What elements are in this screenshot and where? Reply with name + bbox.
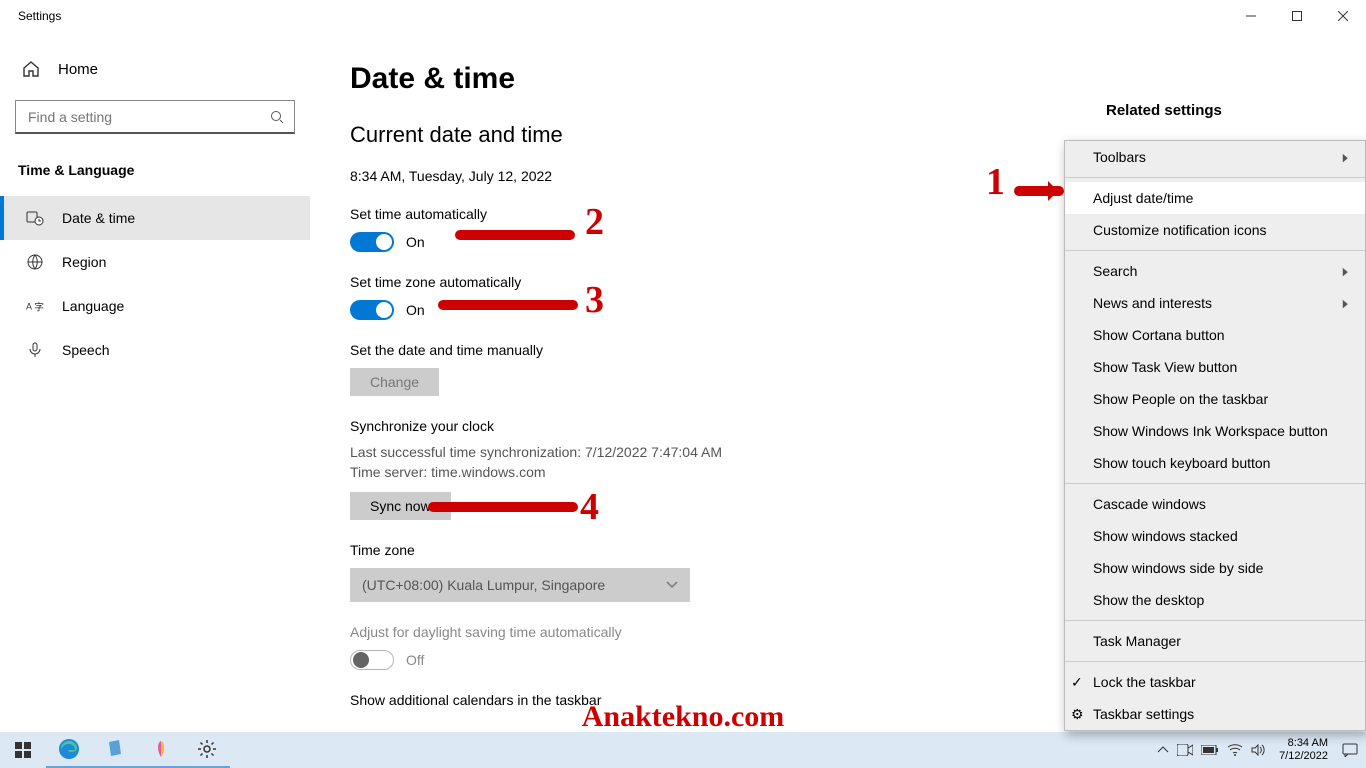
page-title: Date & time (350, 62, 1036, 96)
check-icon: ✓ (1071, 674, 1083, 691)
search-icon (270, 110, 284, 124)
dst-label: Adjust for daylight saving time automati… (350, 624, 1036, 640)
taskbar-context-menu: Toolbars▶ Adjust date/time Customize not… (1064, 140, 1366, 731)
window-title: Settings (18, 9, 61, 23)
tray-time: 8:34 AM (1279, 737, 1328, 750)
ctx-toolbars[interactable]: Toolbars▶ (1065, 141, 1365, 173)
set-tz-auto-toggle[interactable] (350, 300, 394, 320)
chevron-down-icon (666, 581, 678, 589)
language-icon: A字 (22, 297, 48, 315)
nav-language[interactable]: A字 Language (0, 284, 310, 328)
ctx-customize-notifications[interactable]: Customize notification icons (1065, 214, 1365, 246)
tray-wifi-icon[interactable] (1227, 744, 1243, 756)
microphone-icon (22, 341, 48, 359)
gear-icon: ⚙ (1071, 706, 1084, 723)
taskbar[interactable]: 8:34 AM 7/12/2022 (0, 732, 1366, 768)
tray-battery-icon[interactable] (1201, 745, 1219, 755)
dst-toggle (350, 650, 394, 670)
taskbar-settings-icon[interactable] (184, 732, 230, 768)
globe-icon (22, 253, 48, 271)
chevron-right-icon: ▶ (1342, 297, 1347, 310)
nav-label: Date & time (62, 210, 135, 226)
nav-label: Language (62, 298, 124, 314)
related-heading: Related settings (1066, 102, 1366, 119)
chevron-right-icon: ▶ (1342, 265, 1347, 278)
current-datetime: 8:34 AM, Tuesday, July 12, 2022 (350, 168, 1036, 184)
ctx-adjust-datetime[interactable]: Adjust date/time (1065, 182, 1365, 214)
dst-state: Off (406, 652, 424, 668)
close-button[interactable] (1320, 0, 1366, 32)
sync-heading: Synchronize your clock (350, 418, 1036, 434)
titlebar: Settings (0, 0, 1366, 32)
ctx-ink[interactable]: Show Windows Ink Workspace button (1065, 415, 1365, 447)
watermark: Anaktekno.com (582, 700, 785, 734)
annotation-3: 3 (585, 278, 604, 322)
manual-label: Set the date and time manually (350, 342, 1036, 358)
set-time-auto-label: Set time automatically (350, 206, 1036, 222)
annotation-2: 2 (585, 200, 604, 244)
set-time-auto-state: On (406, 234, 425, 250)
chevron-right-icon: ▶ (1342, 151, 1347, 164)
content: Date & time Current date and time 8:34 A… (320, 32, 1066, 732)
minimize-button[interactable] (1228, 0, 1274, 32)
tray-volume-icon[interactable] (1251, 744, 1265, 756)
svg-text:A: A (26, 302, 32, 312)
set-tz-auto-label: Set time zone automatically (350, 274, 1036, 290)
nav-label: Region (62, 254, 106, 270)
ctx-taskview[interactable]: Show Task View button (1065, 351, 1365, 383)
tray-meet-icon[interactable] (1177, 744, 1193, 756)
home-nav[interactable]: Home (0, 52, 310, 86)
annotation-arrow-3 (438, 300, 578, 310)
set-tz-auto-state: On (406, 302, 425, 318)
nav-region[interactable]: Region (0, 240, 310, 284)
tz-value: (UTC+08:00) Kuala Lumpur, Singapore (362, 577, 605, 593)
ctx-news[interactable]: News and interests▶ (1065, 287, 1365, 319)
taskbar-app2-icon[interactable] (138, 732, 184, 768)
sidebar: Home Time & Language Date & time Region … (0, 32, 320, 732)
tray-clock[interactable]: 8:34 AM 7/12/2022 (1273, 737, 1334, 763)
ctx-cascade[interactable]: Cascade windows (1065, 488, 1365, 520)
category-title: Time & Language (0, 154, 310, 186)
ctx-desktop[interactable]: Show the desktop (1065, 584, 1365, 616)
annotation-arrow-2 (455, 230, 575, 240)
ctx-lock-taskbar[interactable]: ✓Lock the taskbar (1065, 666, 1365, 698)
tray-notifications-icon[interactable] (1342, 743, 1358, 757)
sync-server: Time server: time.windows.com (350, 464, 1036, 480)
ctx-taskbar-settings[interactable]: ⚙Taskbar settings (1065, 698, 1365, 730)
annotation-arrow-1 (1014, 186, 1064, 196)
ctx-people[interactable]: Show People on the taskbar (1065, 383, 1365, 415)
taskbar-app1-icon[interactable] (92, 732, 138, 768)
annotation-4: 4 (580, 485, 599, 529)
ctx-touchkb[interactable]: Show touch keyboard button (1065, 447, 1365, 479)
ctx-sideby[interactable]: Show windows side by side (1065, 552, 1365, 584)
sync-last: Last successful time synchronization: 7/… (350, 444, 1036, 460)
maximize-button[interactable] (1274, 0, 1320, 32)
start-button[interactable] (0, 732, 46, 768)
clock-icon (22, 209, 48, 227)
tz-label: Time zone (350, 542, 1036, 558)
tz-select[interactable]: (UTC+08:00) Kuala Lumpur, Singapore (350, 568, 690, 602)
tray-date: 7/12/2022 (1279, 750, 1328, 763)
search-input[interactable] (26, 108, 270, 126)
ctx-stacked[interactable]: Show windows stacked (1065, 520, 1365, 552)
set-time-auto-toggle[interactable] (350, 232, 394, 252)
svg-text:字: 字 (34, 301, 44, 314)
ctx-taskmgr[interactable]: Task Manager (1065, 625, 1365, 657)
nav-speech[interactable]: Speech (0, 328, 310, 372)
taskbar-edge-icon[interactable] (46, 732, 92, 768)
nav-date-time[interactable]: Date & time (0, 196, 310, 240)
ctx-search[interactable]: Search▶ (1065, 255, 1365, 287)
search-box[interactable] (15, 100, 295, 134)
annotation-1: 1 (986, 160, 1005, 204)
change-button[interactable]: Change (350, 368, 439, 396)
home-icon (18, 60, 44, 78)
current-heading: Current date and time (350, 122, 1036, 148)
nav-label: Speech (62, 342, 109, 358)
tray-chevron-up-icon[interactable] (1157, 745, 1169, 755)
annotation-arrow-4 (428, 502, 578, 512)
ctx-cortana[interactable]: Show Cortana button (1065, 319, 1365, 351)
home-label: Home (58, 61, 98, 78)
